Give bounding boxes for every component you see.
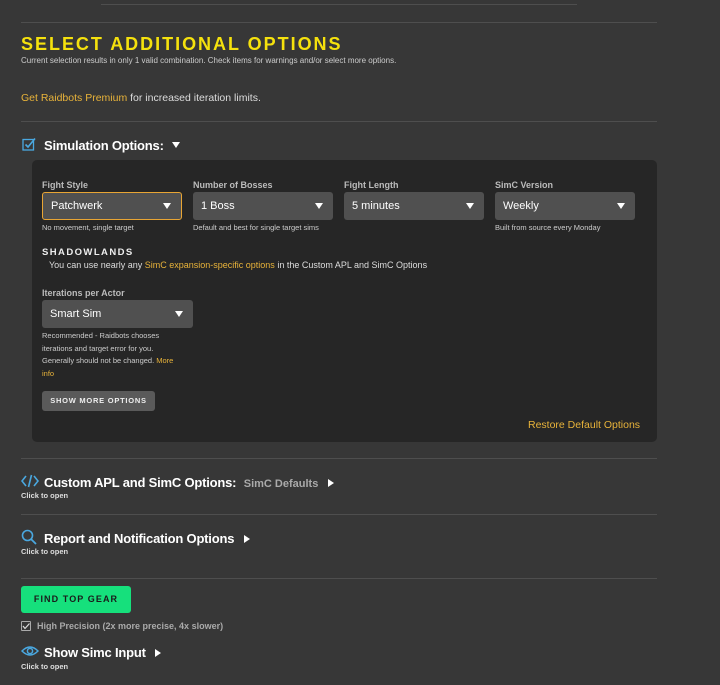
simc-input-toggle[interactable]: Show Simc Input: [44, 644, 162, 662]
page-subtitle: Current selection results in only 1 vali…: [21, 56, 397, 65]
custom-apl-hint: Click to open: [21, 491, 69, 500]
fight-length-value: 5 minutes: [352, 200, 400, 212]
top-divider-partial: [101, 4, 577, 5]
iterations-hint-line3: Generally should not be changed.: [42, 356, 155, 365]
bosses-value: 1 Boss: [201, 200, 235, 212]
eye-icon: [20, 644, 40, 663]
high-precision-checkbox[interactable]: [21, 621, 31, 631]
divider-apl: [21, 514, 657, 515]
chevron-down-icon: [175, 311, 183, 317]
custom-apl-toggle[interactable]: Custom APL and SimC Options: SimC Defaul…: [44, 474, 334, 492]
bosses-hint: Default and best for single target sims: [193, 223, 319, 232]
shadowlands-title: SHADOWLANDS: [42, 247, 134, 258]
fight-style-hint: No movement, single target: [42, 223, 134, 232]
report-hint: Click to open: [21, 547, 69, 556]
more-info-link-2[interactable]: info: [42, 368, 202, 381]
report-title: Report and Notification Options: [44, 531, 235, 546]
iterations-select[interactable]: Smart Sim: [42, 300, 193, 328]
page-title: SELECT ADDITIONAL OPTIONS: [21, 34, 343, 54]
simc-version-value: Weekly: [503, 200, 539, 212]
caret-down-icon: [172, 142, 181, 148]
simulation-options-title: Simulation Options:: [44, 138, 164, 153]
simc-input-hint: Click to open: [21, 662, 69, 671]
chevron-down-icon: [163, 203, 171, 209]
simc-version-select[interactable]: Weekly: [495, 192, 635, 220]
caret-right-icon: [155, 649, 162, 657]
report-toggle[interactable]: Report and Notification Options: [44, 530, 250, 548]
fight-style-label: Fight Style: [42, 180, 89, 190]
divider-premium: [21, 121, 657, 122]
custom-apl-title: Custom APL and SimC Options:: [44, 475, 237, 490]
premium-line: Get Raidbots Premium for increased itera…: [21, 92, 261, 104]
custom-apl-status: SimC Defaults: [243, 478, 319, 490]
simc-version-hint: Built from source every Monday: [495, 223, 601, 232]
shadowlands-text: You can use nearly any SimC expansion-sp…: [49, 260, 427, 270]
bosses-select[interactable]: 1 Boss: [193, 192, 333, 220]
fight-style-select[interactable]: Patchwerk: [42, 192, 182, 220]
show-more-options-button[interactable]: SHOW MORE OPTIONS: [42, 391, 155, 411]
fight-length-select[interactable]: 5 minutes: [344, 192, 484, 220]
premium-text: for increased iteration limits.: [130, 92, 261, 104]
high-precision-label: High Precision (2x more precise, 4x slow…: [37, 621, 224, 631]
simc-expansion-link[interactable]: SimC expansion-specific options: [145, 260, 275, 270]
fight-length-label: Fight Length: [344, 180, 399, 190]
restore-defaults-link[interactable]: Restore Default Options: [528, 419, 640, 431]
simc-version-label: SimC Version: [495, 180, 554, 190]
iterations-hint: Recommended - Raidbots chooses iteration…: [42, 330, 202, 380]
shadowlands-text-before: You can use nearly any: [49, 260, 143, 270]
caret-right-icon: [243, 535, 250, 543]
shadowlands-text-after: in the Custom APL and SimC Options: [277, 260, 428, 270]
caret-right-icon: [327, 479, 334, 487]
checkmark-icon: [22, 623, 30, 630]
fight-style-value: Patchwerk: [51, 200, 103, 212]
checkbox-icon: [22, 137, 36, 156]
chevron-down-icon: [466, 203, 474, 209]
simc-input-title: Show Simc Input: [44, 645, 146, 660]
iterations-label: Iterations per Actor: [42, 288, 125, 298]
iterations-hint-line1: Recommended - Raidbots chooses: [42, 331, 160, 340]
top-divider: [21, 22, 657, 23]
chevron-down-icon: [315, 203, 323, 209]
premium-link[interactable]: Get Raidbots Premium: [21, 92, 127, 104]
bosses-label: Number of Bosses: [193, 180, 273, 190]
chevron-down-icon: [617, 203, 625, 209]
simulation-options-toggle[interactable]: Simulation Options:: [44, 138, 181, 153]
iterations-value: Smart Sim: [50, 308, 102, 320]
find-top-gear-button[interactable]: FIND TOP GEAR: [21, 586, 131, 613]
divider-report: [21, 578, 657, 579]
divider-sim: [21, 458, 657, 459]
more-info-link-1[interactable]: More: [156, 356, 173, 365]
iterations-hint-line2: iterations and target error for you.: [42, 343, 154, 353]
